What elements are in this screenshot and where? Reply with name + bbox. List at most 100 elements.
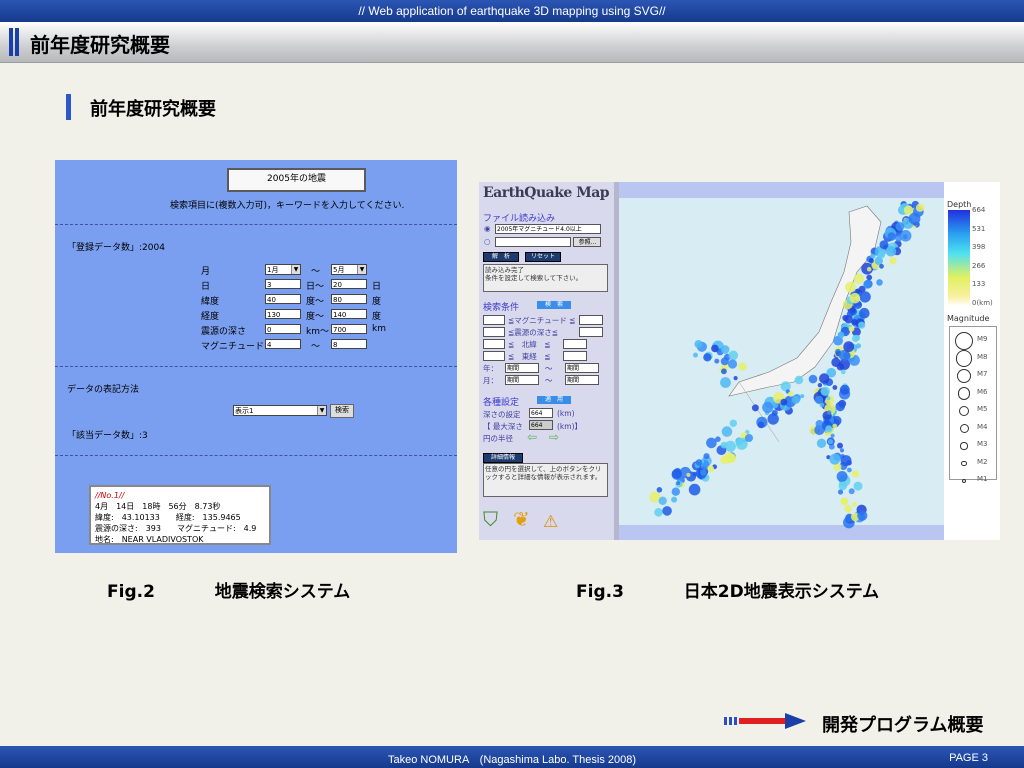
quake-dot[interactable] bbox=[908, 212, 921, 225]
quake-dot[interactable] bbox=[836, 471, 848, 482]
quake-dot[interactable] bbox=[825, 425, 833, 433]
quake-dot[interactable] bbox=[840, 369, 846, 375]
quake-dot[interactable] bbox=[688, 483, 701, 496]
quake-dot[interactable] bbox=[703, 353, 712, 362]
quake-dot[interactable] bbox=[830, 433, 835, 438]
depth-to-input[interactable]: 700 bbox=[331, 324, 367, 334]
search-cond-button[interactable]: 検 索 bbox=[537, 301, 571, 309]
quake-dot[interactable] bbox=[866, 274, 873, 281]
quake-dot[interactable] bbox=[877, 251, 886, 259]
mag-to-input[interactable]: 8 bbox=[331, 339, 367, 349]
mag-min-input[interactable] bbox=[483, 315, 505, 325]
lat-min-input[interactable] bbox=[483, 339, 505, 349]
quake-dot[interactable] bbox=[851, 334, 860, 343]
quake-dot[interactable] bbox=[831, 357, 841, 367]
quake-dot[interactable] bbox=[707, 465, 715, 473]
quake-dot[interactable] bbox=[837, 442, 843, 449]
quake-dot[interactable] bbox=[656, 487, 663, 493]
quake-dot[interactable] bbox=[715, 436, 721, 442]
quake-dot[interactable] bbox=[827, 439, 834, 445]
quake-dot[interactable] bbox=[839, 448, 845, 453]
quake-dot[interactable] bbox=[838, 331, 845, 339]
leaf-icon[interactable]: ❦ bbox=[513, 507, 530, 531]
quake-dot[interactable] bbox=[727, 359, 738, 369]
quake-dot[interactable] bbox=[857, 510, 868, 521]
quake-dot[interactable] bbox=[827, 410, 832, 415]
quake-dot[interactable] bbox=[866, 266, 872, 272]
quake-dot[interactable] bbox=[832, 423, 838, 429]
quake-dot[interactable] bbox=[729, 419, 737, 427]
day-from-input[interactable]: 3 bbox=[265, 279, 301, 289]
year-to-select[interactable]: 期間 bbox=[565, 363, 599, 373]
quake-dot[interactable] bbox=[840, 455, 852, 467]
quake-dot[interactable] bbox=[853, 273, 864, 284]
depth-setting-input[interactable]: 664 bbox=[529, 408, 553, 418]
quake-dot[interactable] bbox=[767, 413, 779, 425]
lon-min-input[interactable] bbox=[483, 351, 505, 361]
quake-dot[interactable] bbox=[676, 481, 681, 486]
lat-from-input[interactable]: 40 bbox=[265, 294, 301, 304]
quake-dot[interactable] bbox=[899, 230, 912, 242]
search-button[interactable]: 検索 bbox=[330, 404, 354, 418]
month-to-select-map[interactable]: 期間 bbox=[565, 375, 599, 385]
quake-dot[interactable] bbox=[843, 341, 855, 353]
quake-dot[interactable] bbox=[738, 362, 747, 371]
quake-dot[interactable] bbox=[726, 453, 736, 463]
quake-dot[interactable] bbox=[903, 205, 914, 215]
detail-button[interactable]: 詳細情報 bbox=[483, 453, 523, 463]
quake-dot[interactable] bbox=[844, 504, 852, 513]
quake-dot[interactable] bbox=[851, 470, 860, 478]
quake-dot[interactable] bbox=[858, 321, 866, 329]
next-section-link[interactable]: 開発プログラム概要 bbox=[822, 711, 983, 737]
quake-dot[interactable] bbox=[814, 395, 824, 405]
lat-max-input[interactable] bbox=[563, 339, 587, 349]
quake-dot[interactable] bbox=[721, 368, 727, 375]
analyze-button[interactable]: 解 析 bbox=[483, 252, 519, 262]
quake-dot[interactable] bbox=[694, 340, 703, 349]
quake-dot[interactable] bbox=[751, 404, 759, 412]
quake-dot[interactable] bbox=[838, 481, 848, 491]
quake-dot[interactable] bbox=[817, 383, 823, 388]
quake-dot[interactable] bbox=[780, 381, 791, 392]
quake-dot[interactable] bbox=[686, 472, 691, 477]
quake-dot[interactable] bbox=[870, 253, 876, 259]
quake-dot[interactable] bbox=[700, 469, 707, 476]
quake-dot[interactable] bbox=[852, 502, 858, 507]
mag-from-input[interactable]: 4 bbox=[265, 339, 301, 349]
lon-from-input[interactable]: 130 bbox=[265, 309, 301, 319]
quake-dot[interactable] bbox=[800, 394, 805, 399]
quake-dot[interactable] bbox=[837, 489, 844, 495]
quake-dot[interactable] bbox=[711, 344, 719, 353]
quake-dot[interactable] bbox=[879, 263, 884, 269]
quake-dot[interactable] bbox=[847, 467, 852, 473]
quake-dot[interactable] bbox=[889, 257, 897, 265]
quake-dot[interactable] bbox=[915, 203, 925, 212]
month-to-select[interactable]: 5月 ▼ bbox=[331, 264, 367, 275]
quake-dot[interactable] bbox=[791, 395, 800, 404]
quake-dot[interactable] bbox=[721, 426, 733, 437]
quake-dot[interactable] bbox=[720, 377, 731, 388]
quake-dot[interactable] bbox=[848, 326, 855, 332]
detail-textarea[interactable]: 任意の円を選択して、上のボタンをクリックすると詳細な情報が表示されます。 bbox=[483, 463, 608, 497]
quake-dot[interactable] bbox=[895, 222, 905, 231]
quake-dot[interactable] bbox=[757, 421, 765, 429]
quake-dot[interactable] bbox=[720, 345, 730, 354]
radius-up-icon[interactable]: ⇨ bbox=[549, 430, 559, 444]
quake-dot[interactable] bbox=[745, 434, 753, 442]
quake-dot[interactable] bbox=[695, 459, 703, 466]
quake-dot[interactable] bbox=[720, 357, 729, 366]
quake-dot[interactable] bbox=[788, 391, 794, 397]
status-textarea[interactable]: 読み込み完了 条件を設定して検索して下さい。 bbox=[483, 264, 608, 292]
quake-dot[interactable] bbox=[876, 279, 883, 286]
file-select[interactable]: 2005年マグニチュード4.0以上 bbox=[495, 224, 601, 234]
quake-dot[interactable] bbox=[703, 453, 710, 460]
quake-dot[interactable] bbox=[819, 373, 830, 384]
quake-dot[interactable] bbox=[887, 232, 896, 241]
quake-dot[interactable] bbox=[780, 398, 788, 406]
earthquake-map[interactable] bbox=[619, 182, 944, 540]
month-from-select[interactable]: 1月 ▼ bbox=[265, 264, 301, 275]
quake-dot[interactable] bbox=[654, 508, 663, 517]
quake-dot[interactable] bbox=[733, 376, 738, 381]
lon-max-input[interactable] bbox=[563, 351, 587, 361]
quake-dot[interactable] bbox=[835, 401, 845, 412]
